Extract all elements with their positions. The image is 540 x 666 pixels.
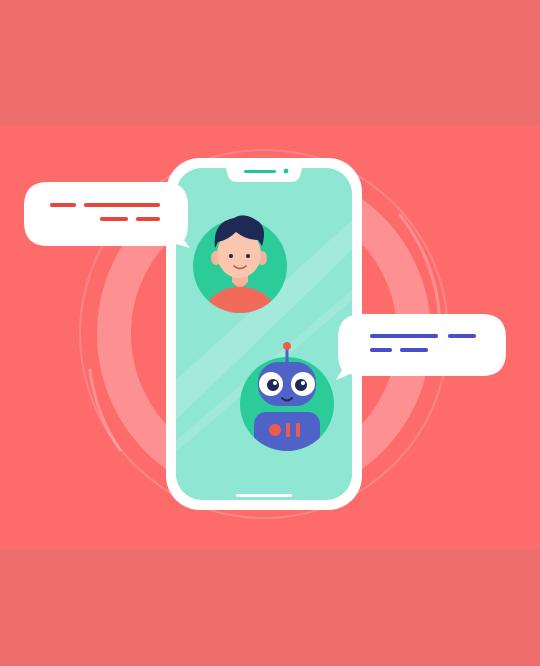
message-line — [50, 203, 76, 207]
message-line — [136, 217, 160, 221]
speaker — [244, 170, 276, 173]
message-line — [400, 348, 428, 352]
bot-message-bubble — [336, 314, 506, 380]
message-line — [84, 203, 160, 207]
chat-illustration — [24, 149, 506, 519]
message-line — [100, 217, 128, 221]
home-indicator — [236, 494, 292, 497]
phone — [166, 158, 362, 510]
message-line — [370, 334, 438, 338]
message-line — [448, 334, 476, 338]
message-line — [370, 348, 392, 352]
user-message-bubble — [24, 182, 190, 248]
camera-dot — [283, 168, 289, 174]
